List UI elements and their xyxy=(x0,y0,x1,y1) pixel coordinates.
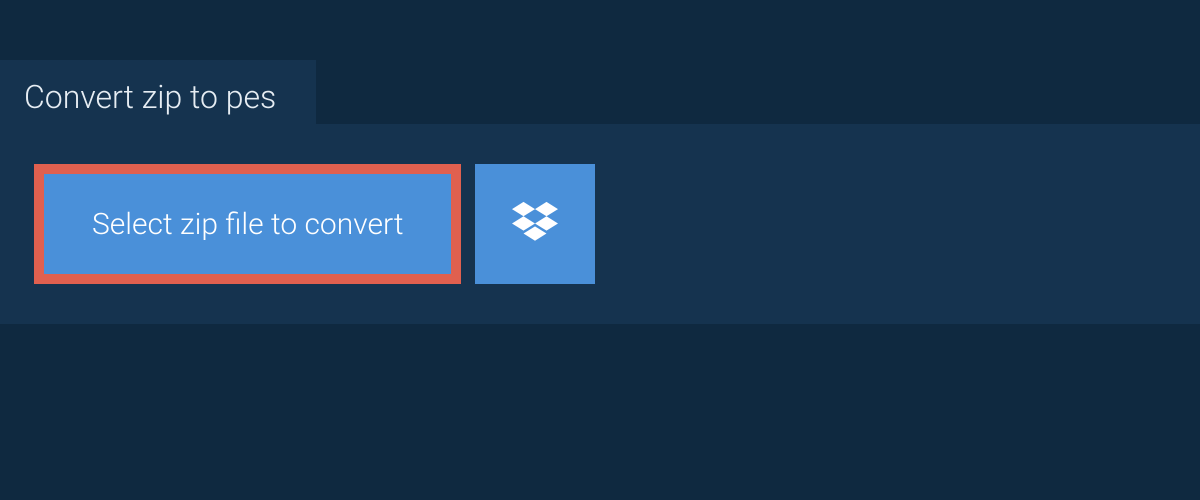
dropbox-icon xyxy=(512,199,558,249)
upload-panel: Select zip file to convert xyxy=(0,124,1200,324)
tab-convert[interactable]: Convert zip to pes xyxy=(0,60,316,134)
select-file-button[interactable]: Select zip file to convert xyxy=(34,164,461,284)
dropbox-button[interactable] xyxy=(475,164,595,284)
tab-title: Convert zip to pes xyxy=(24,78,276,116)
select-file-label: Select zip file to convert xyxy=(92,207,403,242)
